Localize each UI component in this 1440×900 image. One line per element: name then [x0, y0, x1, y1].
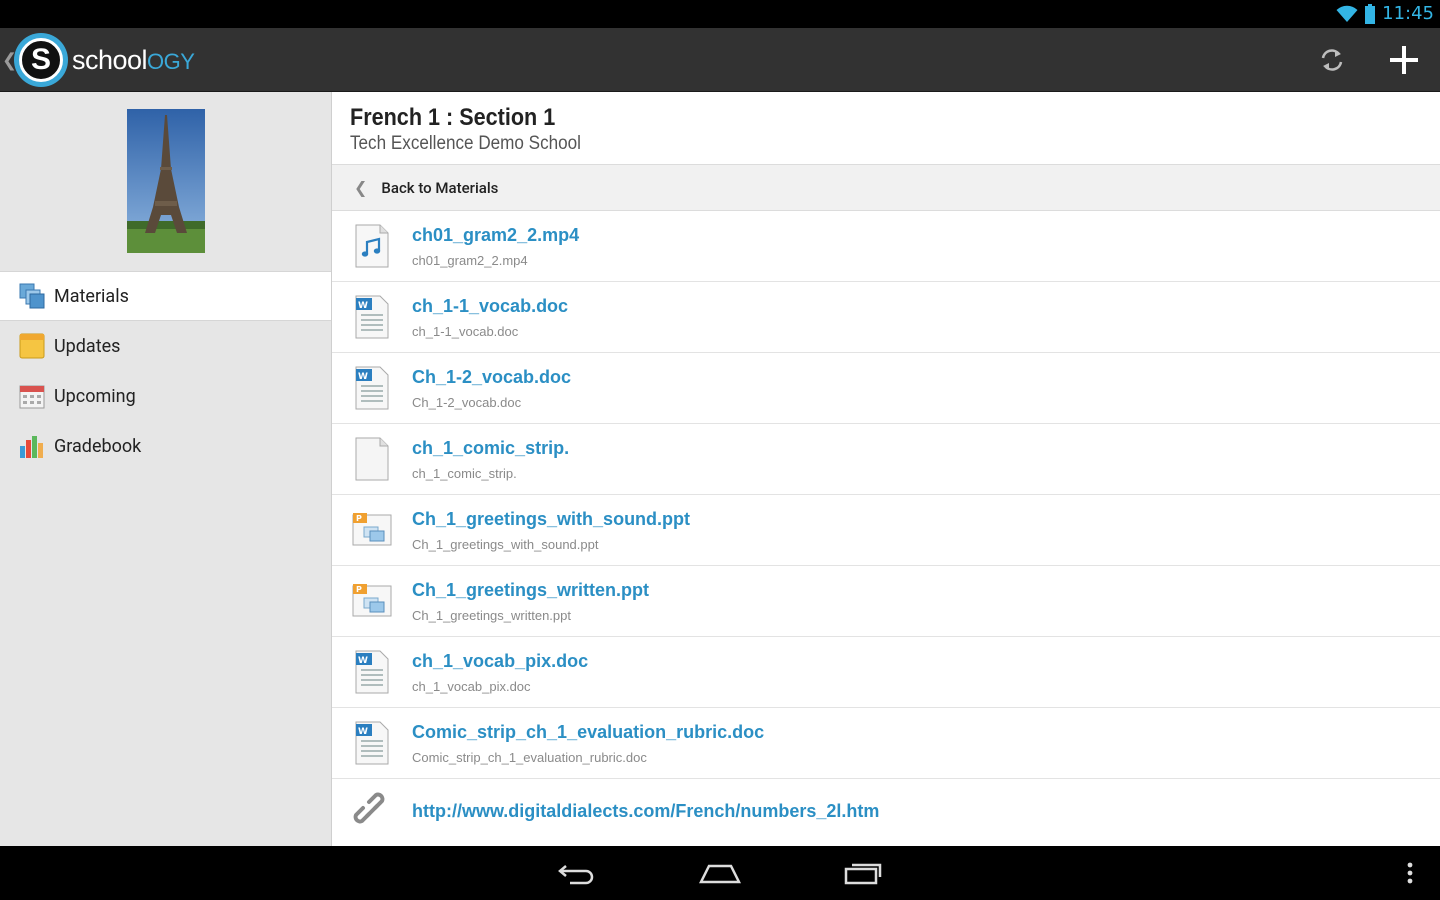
home-button[interactable]: [684, 846, 756, 900]
add-icon: [1390, 46, 1418, 74]
file-subtitle: ch01_gram2_2.mp4: [412, 252, 528, 268]
materials-icon: [19, 283, 45, 309]
list-item[interactable]: P Ch_1_greetings_written.ppt Ch_1_greeti…: [332, 566, 1440, 637]
logo-school: school: [72, 44, 148, 75]
home-icon: [699, 864, 741, 884]
audio-file-icon: [355, 224, 389, 268]
list-item[interactable]: W ch_1-1_vocab.doc ch_1-1_vocab.doc: [332, 282, 1440, 353]
file-name-link[interactable]: ch01_gram2_2.mp4: [412, 225, 579, 246]
list-item[interactable]: W Ch_1-2_vocab.doc Ch_1-2_vocab.doc: [332, 353, 1440, 424]
list-item[interactable]: W ch_1_vocab_pix.doc ch_1_vocab_pix.doc: [332, 637, 1440, 708]
course-header: French 1 : Section 1 Tech Excellence Dem…: [332, 92, 1440, 165]
list-item[interactable]: P Ch_1_greetings_with_sound.ppt Ch_1_gre…: [332, 495, 1440, 566]
file-name-link[interactable]: ch_1_comic_strip.: [412, 438, 569, 459]
sidebar-item-label: Upcoming: [54, 385, 136, 407]
course-image-eiffel-tower: [127, 109, 205, 253]
svg-text:P: P: [356, 514, 362, 523]
logo-wordmark: schoolOGY: [72, 44, 195, 76]
sidebar-item-gradebook[interactable]: Gradebook: [0, 421, 331, 471]
refresh-button[interactable]: [1296, 28, 1368, 92]
list-item[interactable]: W Comic_strip_ch_1_evaluation_rubric.doc…: [332, 708, 1440, 779]
file-subtitle: ch_1_vocab_pix.doc: [412, 678, 531, 694]
sidebar-item-label: Materials: [54, 285, 129, 307]
course-school: Tech Excellence Demo School: [350, 133, 581, 154]
back-label: Back to Materials: [381, 178, 499, 197]
list-item[interactable]: ch_1_comic_strip. ch_1_comic_strip.: [332, 424, 1440, 495]
svg-text:W: W: [358, 372, 368, 382]
schoology-logo[interactable]: S schoolOGY: [14, 33, 195, 87]
svg-text:P: P: [356, 585, 362, 594]
gradebook-icon: [20, 436, 43, 458]
battery-icon: [1365, 3, 1376, 24]
course-title: French 1 : Section 1: [350, 104, 556, 131]
link-icon: [353, 792, 385, 824]
file-subtitle: ch_1_comic_strip.: [412, 465, 517, 481]
calendar-icon: [19, 385, 45, 409]
word-doc-icon: W: [355, 295, 389, 339]
back-icon: [558, 865, 594, 885]
file-subtitle: Ch_1_greetings_with_sound.ppt: [412, 536, 599, 552]
word-doc-icon: W: [355, 721, 389, 765]
action-bar: ❮ S schoolOGY: [0, 28, 1440, 92]
overflow-menu-icon: [1407, 862, 1413, 884]
list-item-link[interactable]: http://www.digitaldialects.com/French/nu…: [332, 779, 1440, 843]
back-to-materials-button[interactable]: ❮ Back to Materials: [332, 165, 1440, 211]
main-content: French 1 : Section 1 Tech Excellence Dem…: [332, 92, 1440, 846]
overflow-menu-button[interactable]: [1392, 846, 1428, 900]
back-button[interactable]: [540, 846, 612, 900]
sidebar: Materials Updates Upcoming Gradebook: [0, 92, 332, 846]
svg-text:W: W: [358, 727, 368, 737]
word-doc-icon: W: [355, 650, 389, 694]
wifi-icon: [1336, 5, 1358, 22]
file-name-link[interactable]: Ch_1-2_vocab.doc: [412, 367, 571, 388]
word-doc-icon: W: [355, 366, 389, 410]
logo-circle: S: [14, 33, 68, 87]
materials-list: ch01_gram2_2.mp4 ch01_gram2_2.mp4 W ch_1…: [332, 211, 1440, 843]
recents-button[interactable]: [828, 846, 900, 900]
logo-letter: S: [19, 38, 63, 82]
sidebar-item-upcoming[interactable]: Upcoming: [0, 371, 331, 421]
svg-text:W: W: [358, 656, 368, 666]
refresh-icon: [1321, 49, 1343, 71]
sidebar-item-label: Gradebook: [54, 435, 142, 457]
updates-icon: [19, 333, 45, 359]
logo-ogy: OGY: [147, 48, 195, 74]
powerpoint-icon: P: [352, 584, 392, 617]
add-button[interactable]: [1368, 28, 1440, 92]
status-bar: 11:45: [0, 0, 1440, 28]
file-name-link[interactable]: Comic_strip_ch_1_evaluation_rubric.doc: [412, 722, 764, 743]
list-item[interactable]: ch01_gram2_2.mp4 ch01_gram2_2.mp4: [332, 211, 1440, 282]
sidebar-item-updates[interactable]: Updates: [0, 321, 331, 371]
sidebar-nav: Materials Updates Upcoming Gradebook: [0, 271, 331, 471]
system-nav-bar: [0, 846, 1440, 900]
recents-icon: [844, 863, 882, 885]
file-subtitle: ch_1-1_vocab.doc: [412, 323, 519, 339]
file-name-link[interactable]: Ch_1_greetings_written.ppt: [412, 580, 649, 601]
chevron-left-icon: ❮: [354, 178, 368, 197]
file-subtitle: Ch_1-2_vocab.doc: [412, 394, 522, 410]
file-name-link[interactable]: ch_1-1_vocab.doc: [412, 296, 568, 317]
file-name-link[interactable]: Ch_1_greetings_with_sound.ppt: [412, 509, 690, 530]
powerpoint-icon: P: [352, 513, 392, 546]
sidebar-item-materials[interactable]: Materials: [0, 271, 331, 321]
file-subtitle: Ch_1_greetings_written.ppt: [412, 607, 571, 623]
clock: 11:45: [1382, 3, 1434, 24]
link-url[interactable]: http://www.digitaldialects.com/French/nu…: [412, 801, 879, 822]
svg-text:W: W: [358, 301, 368, 311]
file-subtitle: Comic_strip_ch_1_evaluation_rubric.doc: [412, 749, 647, 765]
blank-file-icon: [355, 437, 389, 481]
file-name-link[interactable]: ch_1_vocab_pix.doc: [412, 651, 588, 672]
sidebar-item-label: Updates: [54, 335, 121, 357]
